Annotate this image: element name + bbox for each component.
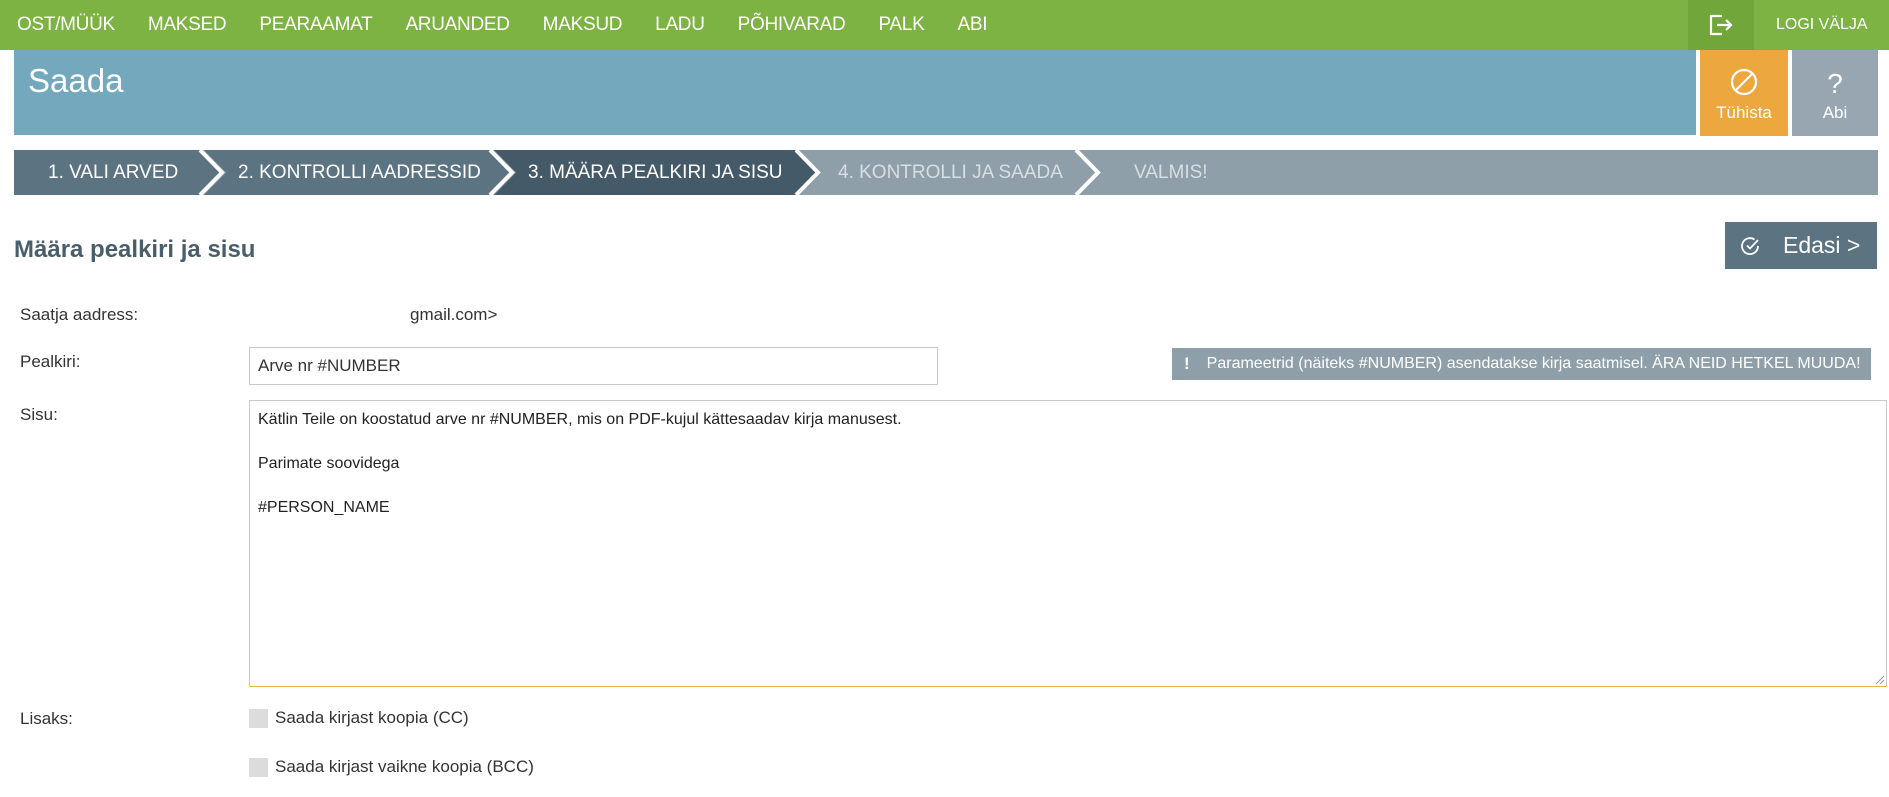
- next-label: Edasi >: [1783, 232, 1861, 258]
- cancel-label: Tühista: [1716, 103, 1772, 122]
- bcc-checkbox[interactable]: [249, 757, 268, 777]
- exclamation-icon: !: [1184, 354, 1190, 373]
- nav-item-maksud[interactable]: MAKSUD: [543, 14, 623, 36]
- cc-option[interactable]: Saada kirjast koopia (CC): [249, 708, 469, 728]
- logout-button[interactable]: LOGI VÄLJA: [1776, 0, 1868, 50]
- resize-handle[interactable]: [1874, 674, 1884, 684]
- help-label: Abi: [1822, 103, 1848, 122]
- next-button[interactable]: Edasi >: [1725, 222, 1877, 269]
- svg-text:?: ?: [1827, 68, 1843, 98]
- bcc-label: Saada kirjast vaikne koopia (BCC): [275, 757, 534, 776]
- cc-checkbox[interactable]: [249, 708, 268, 728]
- body-line: #PERSON_NAME: [258, 499, 390, 516]
- body-line: Kätlin Teile on koostatud arve nr #NUMBE…: [258, 411, 902, 428]
- step-maara-pealkiri: 3. MÄÄRA PEALKIRI JA SISU: [528, 162, 783, 183]
- nav-item-pohivarad[interactable]: PÕHIVARAD: [738, 14, 846, 36]
- help-button[interactable]: ? Abi: [1792, 50, 1878, 136]
- extras-label: Lisaks:: [20, 709, 73, 728]
- parameters-notice: ! Parameetrid (näiteks #NUMBER) asendata…: [1172, 348, 1871, 380]
- notice-text: Parameetrid (näiteks #NUMBER) asendataks…: [1206, 355, 1861, 372]
- wizard-steps: 1. VALI ARVED 2. KONTROLLI AADRESSID 3. …: [14, 150, 1878, 195]
- page-header: Saada: [14, 50, 1696, 135]
- top-navigation: OST/MÜÜK MAKSED PEARAAMAT ARUANDED MAKSU…: [0, 0, 1889, 50]
- ban-icon: [1730, 68, 1758, 96]
- nav-item-abi[interactable]: ABI: [957, 14, 987, 36]
- nav-item-palk[interactable]: PALK: [878, 14, 924, 36]
- nav-item-ost-muuk[interactable]: OST/MÜÜK: [17, 14, 115, 36]
- nav-item-maksed[interactable]: MAKSED: [148, 14, 227, 36]
- logout-icon: [1709, 14, 1733, 36]
- sender-address: gmail.com>: [410, 305, 498, 324]
- subject-label: Pealkiri:: [20, 352, 81, 371]
- step-kontrolli-ja-saada: 4. KONTROLLI JA SAADA: [838, 162, 1063, 183]
- check-circle-icon: [1741, 236, 1759, 255]
- nav-item-pearaamat[interactable]: PEARAAMAT: [259, 14, 372, 36]
- nav-item-ladu[interactable]: LADU: [655, 14, 705, 36]
- cancel-button[interactable]: Tühista: [1700, 50, 1788, 136]
- bcc-option[interactable]: Saada kirjast vaikne koopia (BCC): [249, 757, 534, 777]
- section-title: Määra pealkiri ja sisu: [14, 236, 256, 263]
- cc-label: Saada kirjast koopia (CC): [275, 708, 469, 727]
- body-textarea[interactable]: Kätlin Teile on koostatud arve nr #NUMBE…: [249, 400, 1887, 687]
- main-menu: OST/MÜÜK MAKSED PEARAAMAT ARUANDED MAKSU…: [0, 0, 1020, 50]
- nav-item-aruanded[interactable]: ARUANDED: [405, 14, 510, 36]
- step-kontrolli-aadressid[interactable]: 2. KONTROLLI AADRESSID: [238, 150, 481, 195]
- page-title: Saada: [28, 62, 124, 99]
- body-line: Parimate soovidega: [258, 455, 400, 472]
- subject-input[interactable]: [249, 347, 938, 385]
- question-icon: ?: [1827, 68, 1843, 98]
- logout-icon-button[interactable]: [1688, 0, 1754, 50]
- body-label: Sisu:: [20, 405, 58, 424]
- sender-label: Saatja aadress:: [20, 305, 139, 324]
- step-valmis: VALMIS!: [1134, 162, 1208, 183]
- step-vali-arved[interactable]: 1. VALI ARVED: [48, 150, 178, 195]
